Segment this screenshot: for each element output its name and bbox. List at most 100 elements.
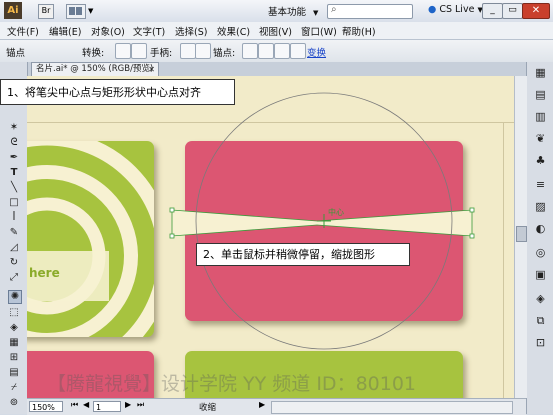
stroke-panel-icon[interactable]: ≡ [534, 178, 547, 191]
instruction-callout-2: 2、单击鼠标并稍微停留，缩拢图形 [196, 243, 410, 266]
restore-button[interactable]: ▭ [502, 3, 523, 19]
convert-smooth-icon[interactable] [131, 43, 147, 59]
convert-corner-icon[interactable] [115, 43, 131, 59]
handle-label: 手柄: [150, 48, 173, 59]
chevron-down-icon[interactable]: ▼ [88, 7, 93, 15]
anchor-point [169, 207, 175, 213]
zoom-value: 150% [32, 403, 55, 412]
instruction-step2-text: 2、单击鼠标并稍微停留，缩拢图形 [203, 248, 375, 261]
symbols-panel-icon[interactable]: ♣ [534, 154, 547, 167]
perspective-grid-tool-icon[interactable]: ▦ [8, 337, 20, 349]
mesh-tool-icon[interactable]: ⊞ [8, 352, 20, 364]
color-panel-icon[interactable]: ▦ [534, 66, 547, 79]
menu-effect[interactable]: 效果(C) [217, 24, 250, 38]
graphic-styles-panel-icon[interactable]: ▣ [534, 268, 547, 281]
menu-bar: 文件(F) 编辑(E) 对象(O) 文字(T) 选择(S) 效果(C) 视图(V… [0, 22, 553, 40]
pucker-preview-layer [169, 92, 475, 350]
search-input[interactable]: ⌕ [327, 4, 413, 19]
puckered-shape [171, 209, 473, 237]
brushes-panel-icon[interactable]: ❦ [534, 132, 547, 145]
links-panel-icon[interactable]: ⊡ [534, 336, 547, 349]
blob-brush-tool-icon[interactable]: ◿ [8, 242, 20, 254]
control-bar: 锚点 转换: 手柄: 锚点: 变换 [0, 40, 553, 63]
scale-tool-icon[interactable]: ⤢ [8, 272, 20, 284]
connect-anchor-icon[interactable] [258, 43, 274, 59]
eyedropper-tool-icon[interactable]: ⌿ [8, 382, 20, 394]
menu-window[interactable]: 窗口(W) [301, 24, 337, 38]
magic-wand-tool-icon[interactable]: ✶ [8, 122, 20, 134]
workspace-label: 基本功能 [268, 7, 307, 18]
appearance-panel-icon[interactable]: ◎ [534, 246, 547, 259]
anchor-points-label: 锚点: [213, 48, 236, 59]
workspace-switcher[interactable]: 基本功能 ▼ [268, 4, 318, 18]
line-tool-icon[interactable]: ╲ [8, 182, 20, 194]
minimize-button[interactable]: _ [482, 3, 503, 19]
artboard-number: 1 [96, 403, 102, 412]
arrange-documents-icon[interactable] [66, 4, 86, 19]
cut-path-icon[interactable] [274, 43, 290, 59]
cs-live-label: CS Live [439, 4, 475, 15]
next-artboard-button[interactable]: ▶ [125, 400, 131, 409]
gradient-tool-icon[interactable]: ▤ [8, 367, 20, 379]
anchor-point [469, 207, 475, 213]
transparency-panel-icon[interactable]: ◐ [534, 222, 547, 235]
lasso-tool-icon[interactable]: ᘓ [8, 137, 20, 149]
anchor-point [169, 233, 175, 239]
show-handles-icon[interactable] [180, 43, 196, 59]
cs-live-button[interactable]: ● CS Live ▼ [428, 4, 483, 15]
chevron-down-icon: ▼ [313, 9, 319, 17]
document-tab[interactable]: 名片.ai* @ 150% (RGB/预览) ✕ [31, 62, 159, 76]
menu-file[interactable]: 文件(F) [7, 24, 39, 38]
menu-edit[interactable]: 编辑(E) [49, 24, 81, 38]
search-icon: ⌕ [331, 4, 337, 15]
shape-builder-tool-icon[interactable]: ◈ [8, 322, 20, 334]
hide-handles-icon[interactable] [195, 43, 211, 59]
menu-select[interactable]: 选择(S) [175, 24, 207, 38]
prev-artboard-button[interactable]: ◀ [83, 400, 89, 409]
pucker-tool-icon[interactable]: ✺ [8, 290, 22, 304]
anchor-label: 锚点 [6, 48, 26, 59]
status-tool-name[interactable]: 收缩 [199, 401, 216, 413]
transform-link[interactable]: 变换 [307, 45, 326, 59]
document-tab-title: 名片.ai* @ 150% (RGB/预览) [36, 64, 154, 74]
paintbrush-tool-icon[interactable]: ꟾ [8, 212, 20, 224]
last-artboard-button[interactable]: ⏭ [137, 400, 144, 410]
first-artboard-button[interactable]: ⏮ [71, 400, 78, 410]
artboard-number-input[interactable]: 1 [93, 401, 121, 412]
menu-object[interactable]: 对象(O) [91, 24, 125, 38]
status-bar: 150% ⏮ ◀ 1 ▶ ⏭ 收缩 ▶ [27, 398, 526, 415]
color-guide-icon[interactable]: ▤ [534, 88, 547, 101]
type-tool-icon[interactable]: T [8, 167, 20, 179]
pen-tool-icon[interactable]: ✒ [8, 152, 20, 164]
free-transform-tool-icon[interactable]: ⬚ [8, 307, 20, 319]
remove-anchor-icon[interactable] [242, 43, 258, 59]
isolate-icon[interactable] [290, 43, 306, 59]
swatches-panel-icon[interactable]: ▥ [534, 110, 547, 123]
instruction-step1-text: 1、将笔尖中心点与矩形形状中心点对齐 [7, 86, 201, 99]
close-icon[interactable]: ✕ [148, 63, 155, 76]
rotate-tool-icon[interactable]: ↻ [8, 257, 20, 269]
menu-help[interactable]: 帮助(H) [342, 24, 376, 38]
artboard-canvas[interactable]: here 中心 【腾龍視覺】设计学院 YY 频道 ID：80101 [27, 76, 514, 398]
bridge-icon[interactable]: Br [38, 4, 54, 19]
pencil-tool-icon[interactable]: ✎ [8, 227, 20, 239]
scroll-thumb[interactable] [516, 226, 527, 242]
status-arrow[interactable]: ▶ [259, 400, 265, 409]
center-smart-guide-label: 中心 [328, 208, 344, 217]
vertical-scrollbar[interactable] [514, 76, 527, 398]
close-button[interactable]: ✕ [522, 3, 550, 19]
horizontal-scrollbar[interactable] [271, 401, 513, 414]
menu-view[interactable]: 视图(V) [259, 24, 292, 38]
instruction-callout-1: 1、将笔尖中心点与矩形形状中心点对齐 [0, 79, 235, 105]
rectangle-tool-icon[interactable]: □ [8, 197, 20, 209]
menu-type[interactable]: 文字(T) [133, 24, 165, 38]
gradient-panel-icon[interactable]: ▨ [534, 200, 547, 213]
artboards-panel-icon[interactable]: ⧉ [534, 314, 547, 327]
watermark-text: 【腾龍視覺】设计学院 YY 频道 ID：80101 [47, 373, 417, 395]
zoom-select[interactable]: 150% [29, 401, 63, 412]
blend-tool-icon[interactable]: ⊚ [8, 397, 20, 409]
convert-label: 转换: [82, 48, 105, 59]
app-logo: Ai [4, 2, 22, 19]
layers-panel-icon[interactable]: ◈ [534, 292, 547, 305]
panels-dock: ▦ ▤ ▥ ❦ ♣ ≡ ▨ ◐ ◎ ▣ ◈ ⧉ ⊡ [526, 62, 553, 414]
